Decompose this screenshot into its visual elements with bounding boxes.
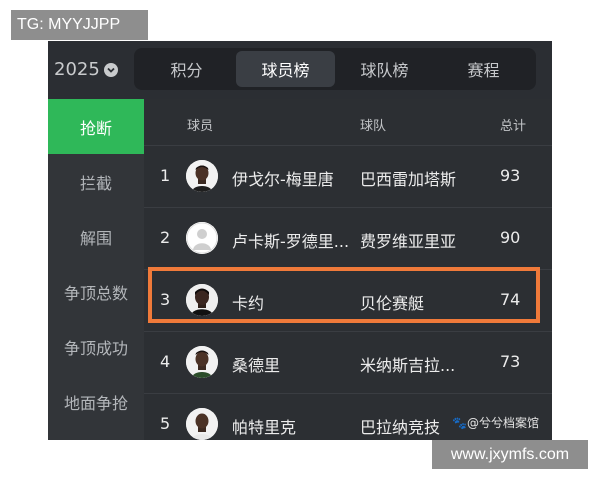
team-name: 巴西雷加塔斯 xyxy=(360,170,457,189)
sidebar-item-interceptions[interactable]: 拦截 xyxy=(48,154,144,209)
sidebar-item-ground-duels[interactable]: 地面争抢 xyxy=(48,374,144,429)
avatar xyxy=(186,346,218,378)
app-window: 2025 积分 球员榜 球队榜 赛程 抢断 拦截 解围 争顶总数 争顶成功 地面… xyxy=(48,41,552,440)
player-name: 卡约 xyxy=(232,294,265,313)
header-total: 总计 xyxy=(500,119,527,134)
rank: 4 xyxy=(160,352,171,371)
tab-player-rankings[interactable]: 球员榜 xyxy=(236,51,335,87)
player-name: 卢卡斯-罗德里... xyxy=(232,232,350,251)
table-row[interactable]: 3 卡约 贝伦赛艇 74 xyxy=(144,269,552,331)
tg-watermark-label: TG: MYYJJPP xyxy=(11,10,148,40)
avatar xyxy=(186,160,218,192)
avatar xyxy=(186,284,218,316)
rank: 1 xyxy=(160,166,171,185)
player-name: 帕特里克 xyxy=(232,418,297,437)
table-row[interactable]: 1 伊戈尔-梅里唐 巴西雷加塔斯 93 xyxy=(144,145,552,207)
team-name: 米纳斯吉拉... xyxy=(360,356,456,375)
tab-standings[interactable]: 积分 xyxy=(137,51,236,87)
player-name: 伊戈尔-梅里唐 xyxy=(232,170,334,189)
sidebar-item-aerial-total[interactable]: 争顶总数 xyxy=(48,264,144,319)
tab-bar: 积分 球员榜 球队榜 赛程 xyxy=(134,48,536,90)
table-row[interactable]: 4 桑德里 米纳斯吉拉... 73 xyxy=(144,331,552,393)
sidebar-item-aerial-won[interactable]: 争顶成功 xyxy=(48,319,144,374)
player-name: 桑德里 xyxy=(232,356,281,375)
rankings-table: 球员 球队 总计 1 伊戈尔-梅里唐 巴西雷加塔斯 93 2 卢卡斯-罗德里..… xyxy=(144,99,552,440)
season-selector[interactable]: 2025 xyxy=(54,59,118,80)
table-header: 球员 球队 总计 xyxy=(144,99,552,145)
tab-schedule[interactable]: 赛程 xyxy=(434,51,533,87)
team-name: 贝伦赛艇 xyxy=(360,294,425,313)
stat-category-sidebar: 抢断 拦截 解围 争顶总数 争顶成功 地面争抢 xyxy=(48,99,144,440)
team-name: 费罗维亚里亚 xyxy=(360,232,457,251)
tab-team-rankings[interactable]: 球队榜 xyxy=(335,51,434,87)
stat-total: 74 xyxy=(500,290,521,309)
rank: 5 xyxy=(160,414,171,433)
rank: 2 xyxy=(160,228,171,247)
top-bar: 2025 积分 球员榜 球队榜 赛程 xyxy=(48,41,552,99)
rank: 3 xyxy=(160,290,171,309)
site-watermark-label: www.jxymfs.com xyxy=(432,440,588,469)
stat-total: 73 xyxy=(500,352,521,371)
table-row[interactable]: 2 卢卡斯-罗德里... 费罗维亚里亚 90 xyxy=(144,207,552,269)
sidebar-item-tackles[interactable]: 抢断 xyxy=(48,99,144,154)
source-watermark: 🐾@兮兮档案馆 xyxy=(452,416,539,430)
header-team: 球队 xyxy=(360,119,387,134)
season-year: 2025 xyxy=(54,59,100,80)
header-player: 球员 xyxy=(187,119,214,134)
stat-total: 90 xyxy=(500,228,521,247)
team-name: 巴拉纳竞技 xyxy=(360,418,441,437)
avatar xyxy=(186,408,218,440)
sidebar-item-clearances[interactable]: 解围 xyxy=(48,209,144,264)
chevron-down-icon xyxy=(103,62,118,77)
stat-total: 93 xyxy=(500,166,521,185)
avatar-placeholder-icon xyxy=(186,222,218,254)
